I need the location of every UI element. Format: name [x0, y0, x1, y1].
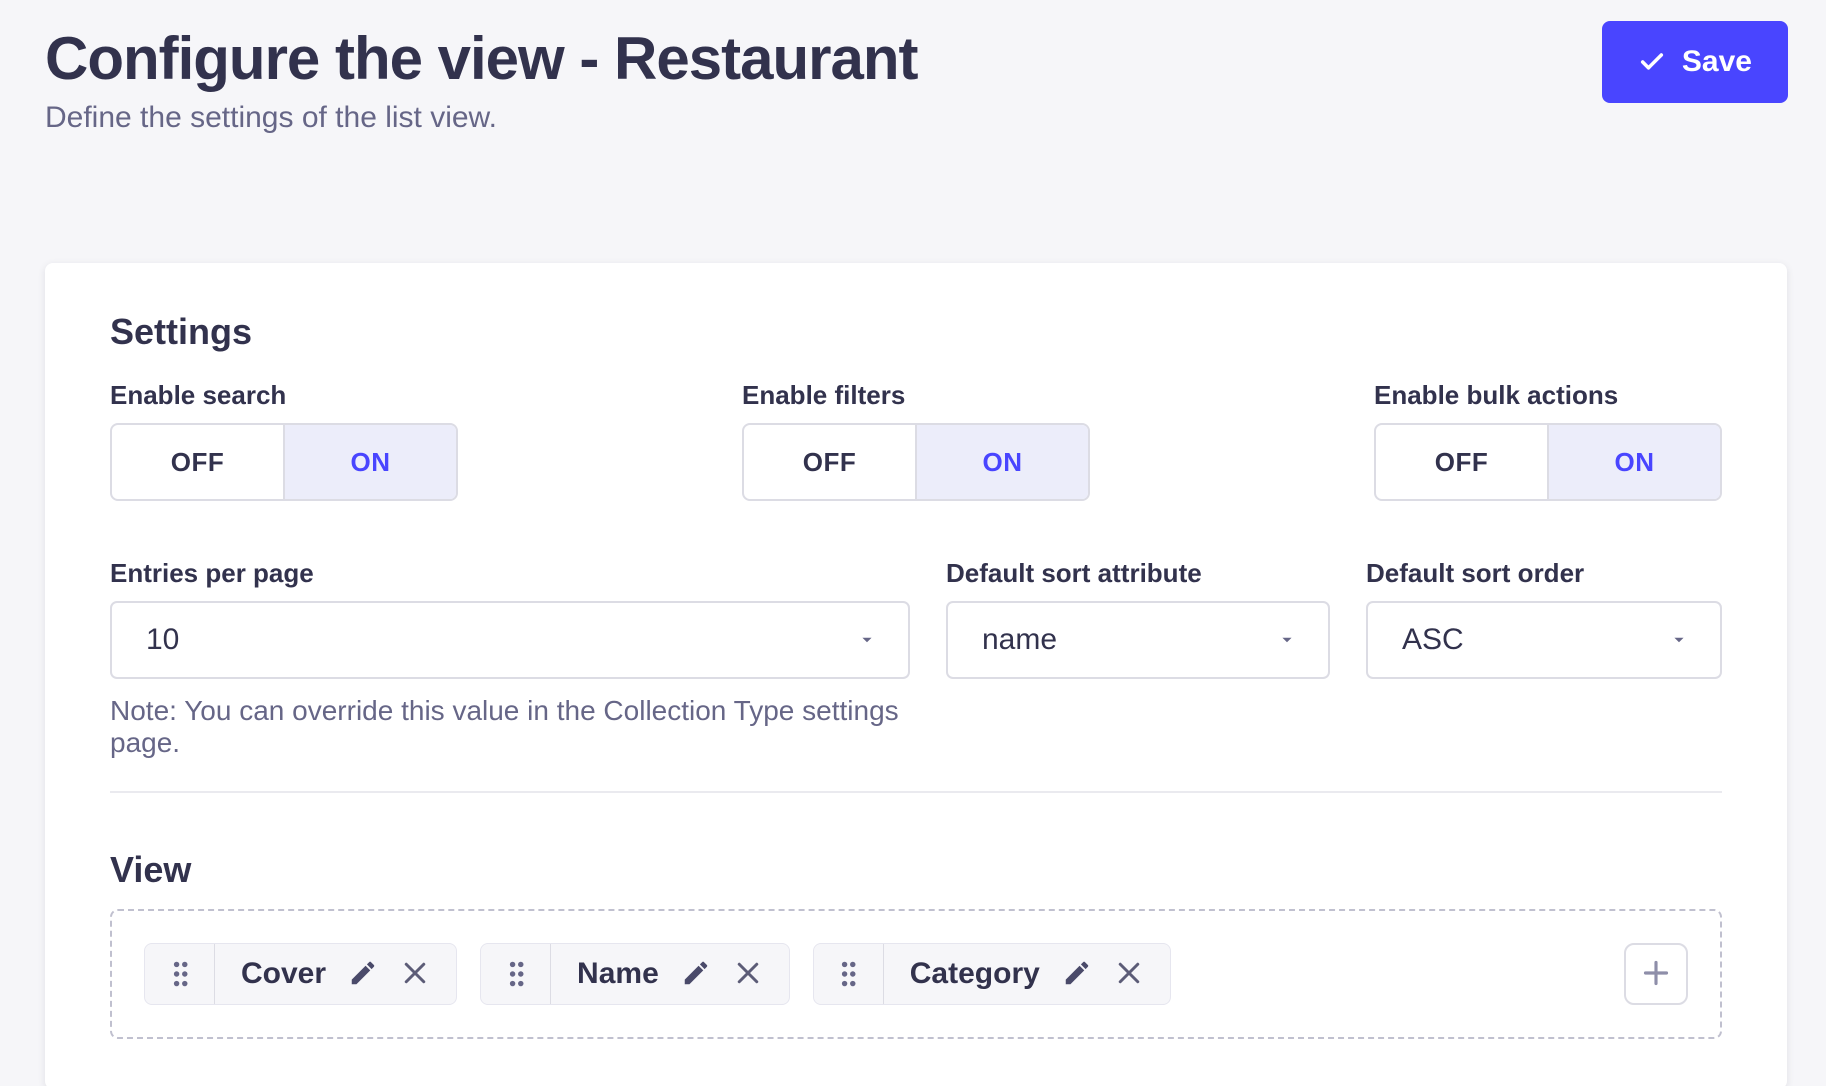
select-label: Entries per page [110, 559, 910, 587]
default-sort-attribute-select[interactable]: name [946, 601, 1330, 679]
save-button[interactable]: Save [1602, 21, 1788, 103]
drag-handle-icon[interactable] [145, 944, 215, 1004]
close-icon [400, 958, 430, 991]
toggle-label: Enable filters [742, 381, 1090, 409]
select-label: Default sort attribute [946, 559, 1330, 587]
remove-field-button[interactable] [733, 958, 763, 991]
settings-card: Settings Enable search OFF ON Enable fil… [45, 263, 1787, 1086]
toggle-group-enable-search: Enable search OFF ON [110, 381, 458, 501]
chip-label: Name [577, 957, 659, 991]
toggle-enable-search: OFF ON [110, 423, 458, 501]
chip-body: Category [884, 944, 1170, 1004]
view-section: View Cover [110, 849, 1722, 1039]
toggle-label: Enable search [110, 381, 458, 409]
save-button-label: Save [1682, 45, 1752, 79]
close-icon [733, 958, 763, 991]
entries-per-page-group: Entries per page 10 Note: You can overri… [110, 559, 910, 759]
field-dropzone: Cover [110, 909, 1722, 1039]
caret-down-icon [856, 629, 878, 651]
toggle-on-button[interactable]: ON [915, 425, 1088, 499]
close-icon [1114, 958, 1144, 991]
toggle-label: Enable bulk actions [1374, 381, 1722, 409]
plus-icon [1638, 955, 1674, 994]
chip-body: Name [551, 944, 789, 1004]
toggle-off-button[interactable]: OFF [1376, 425, 1547, 499]
drag-handle-icon[interactable] [481, 944, 551, 1004]
page-header: Configure the view - Restaurant Define t… [0, 0, 1826, 136]
toggle-on-button[interactable]: ON [1547, 425, 1720, 499]
toggle-enable-bulk-actions: OFF ON [1374, 423, 1722, 501]
toggle-off-button[interactable]: OFF [744, 425, 915, 499]
field-chip-category[interactable]: Category [813, 943, 1171, 1005]
toggle-group-enable-filters: Enable filters OFF ON [742, 381, 1090, 501]
select-label: Default sort order [1366, 559, 1722, 587]
field-chip-cover[interactable]: Cover [144, 943, 457, 1005]
chip-label: Category [910, 957, 1040, 991]
caret-down-icon [1668, 629, 1690, 651]
default-sort-attribute-group: Default sort attribute name [946, 559, 1330, 759]
entries-per-page-select[interactable]: 10 [110, 601, 910, 679]
remove-field-button[interactable] [400, 958, 430, 991]
selects-row: Entries per page 10 Note: You can overri… [110, 559, 1722, 759]
toggle-group-enable-bulk-actions: Enable bulk actions OFF ON [1374, 381, 1722, 501]
toggle-on-button[interactable]: ON [283, 425, 456, 499]
caret-down-icon [1276, 629, 1298, 651]
field-chip-name[interactable]: Name [480, 943, 790, 1005]
view-section-heading: View [110, 849, 1722, 891]
page-title: Configure the view - Restaurant [45, 26, 1788, 92]
add-field-button[interactable] [1624, 943, 1688, 1005]
section-divider [110, 791, 1722, 793]
edit-field-button[interactable] [1062, 958, 1092, 991]
toggle-off-button[interactable]: OFF [112, 425, 283, 499]
check-icon [1638, 48, 1666, 76]
settings-section-heading: Settings [110, 311, 1722, 353]
select-value: name [982, 623, 1276, 657]
pencil-icon [681, 958, 711, 991]
pencil-icon [348, 958, 378, 991]
toggles-row: Enable search OFF ON Enable filters OFF … [110, 381, 1722, 501]
edit-field-button[interactable] [348, 958, 378, 991]
remove-field-button[interactable] [1114, 958, 1144, 991]
page-subtitle: Define the settings of the list view. [45, 100, 1788, 136]
pencil-icon [1062, 958, 1092, 991]
drag-handle-icon[interactable] [814, 944, 884, 1004]
entries-per-page-note: Note: You can override this value in the… [110, 695, 910, 759]
toggle-enable-filters: OFF ON [742, 423, 1090, 501]
select-value: ASC [1402, 623, 1668, 657]
edit-field-button[interactable] [681, 958, 711, 991]
chip-body: Cover [215, 944, 456, 1004]
default-sort-order-group: Default sort order ASC [1366, 559, 1722, 759]
chip-label: Cover [241, 957, 326, 991]
select-value: 10 [146, 623, 856, 657]
default-sort-order-select[interactable]: ASC [1366, 601, 1722, 679]
